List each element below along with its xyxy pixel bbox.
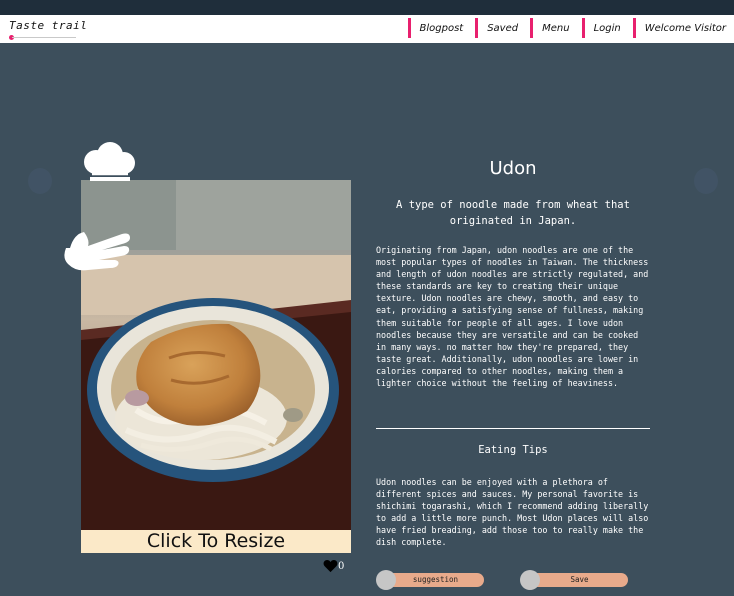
click-to-resize-button[interactable]: Click To Resize	[81, 530, 351, 553]
heart-icon[interactable]	[323, 560, 338, 573]
site-logo[interactable]: Taste trail	[9, 19, 87, 32]
nav-blogpost[interactable]: Blogpost	[407, 18, 464, 38]
suggestion-label: suggestion	[387, 573, 484, 587]
save-knob	[520, 570, 540, 590]
nav-marker	[632, 18, 636, 38]
save-label: Save	[531, 573, 628, 587]
top-strip	[0, 0, 734, 15]
suggestion-button[interactable]: suggestion	[376, 570, 484, 590]
nav-welcome-visitor[interactable]: Welcome Visitor	[632, 18, 726, 38]
logo-underline	[12, 37, 76, 38]
nav-links: Blogpost Saved Menu Login Welcome Visito…	[396, 18, 726, 38]
nav-marker	[530, 18, 534, 38]
nav-marker	[407, 18, 411, 38]
article-body: Originating from Japan, udon noodles are…	[376, 245, 649, 389]
nav-label: Login	[593, 22, 621, 34]
article-title: Udon	[489, 158, 537, 179]
like-counter: 0	[323, 560, 344, 573]
nav-label: Saved	[487, 22, 519, 34]
nav-login[interactable]: Login	[581, 18, 621, 38]
nav-label: Menu	[542, 22, 570, 34]
nav-marker	[581, 18, 585, 38]
chef-hat-icon	[84, 142, 135, 181]
article-subtitle: A type of noodle made from wheat that or…	[396, 199, 630, 227]
hand-icon	[64, 232, 130, 271]
nav-marker	[475, 18, 479, 38]
faded-decoration-right	[694, 168, 718, 194]
save-button[interactable]: Save	[520, 570, 628, 590]
navbar: Taste trail Blogpost Saved Menu Login We…	[0, 15, 734, 43]
nav-label: Blogpost	[419, 22, 464, 34]
faded-decoration-left	[28, 168, 52, 194]
nav-label: Welcome Visitor	[644, 22, 726, 34]
like-count: 0	[338, 561, 345, 572]
nav-menu[interactable]: Menu	[530, 18, 570, 38]
nav-saved[interactable]: Saved	[475, 18, 518, 38]
section-divider	[376, 428, 650, 429]
suggestion-knob	[376, 570, 396, 590]
eating-tips-body: Udon noodles can be enjoyed with a pleth…	[376, 477, 649, 548]
eating-tips-heading: Eating Tips	[478, 444, 548, 456]
